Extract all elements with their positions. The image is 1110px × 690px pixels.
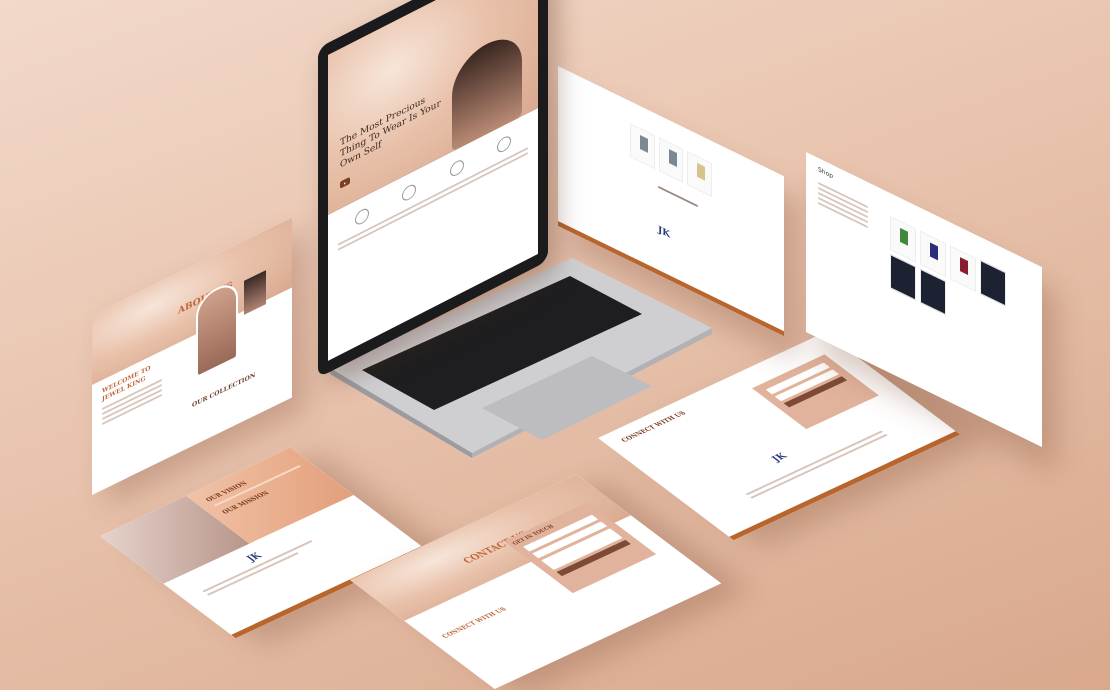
vision-page-mockup: OUR VISION OUR MISSION JK	[100, 447, 427, 639]
mockup-stage: ABOUT US WELCOME TO JEWEL KING OUR COLLE…	[0, 0, 1110, 690]
feature-icon	[402, 181, 417, 204]
hero-headline: The Most Precious Thing To Wear Is Your …	[340, 95, 441, 171]
connect-form	[752, 354, 879, 430]
about-page-mockup: ABOUT US WELCOME TO JEWEL KING OUR COLLE…	[92, 217, 292, 495]
mission-title: OUR MISSION	[220, 489, 272, 516]
shop-product-card[interactable]	[950, 245, 976, 292]
feature-icon	[497, 133, 512, 155]
feature-icon	[449, 157, 464, 179]
contact-page-mockup: CONTACT US CONNECT WITH US GET IN TOUCH	[350, 474, 722, 690]
listing-logo-icon: JK	[658, 224, 671, 241]
shop-product-card[interactable]	[980, 259, 1006, 307]
shop-now-button[interactable]: ▸	[340, 176, 351, 189]
connect-logo-icon: JK	[770, 451, 791, 464]
collection-heading: OUR COLLECTION	[192, 371, 256, 410]
feature-icon	[354, 206, 369, 228]
